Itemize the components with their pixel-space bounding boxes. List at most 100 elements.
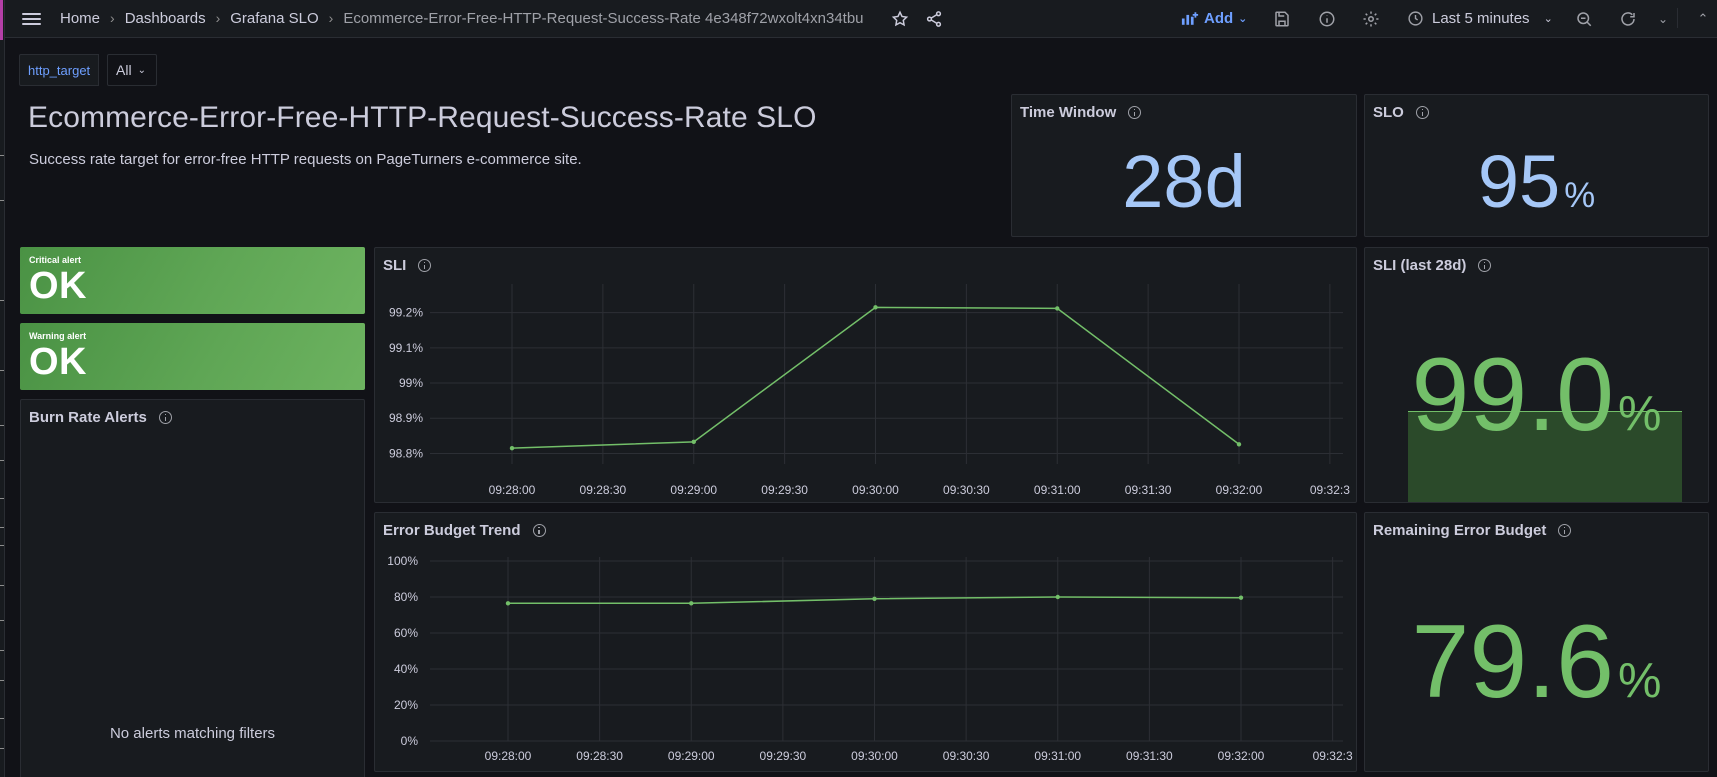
menu-icon[interactable]: [21, 9, 43, 29]
stat-unit: %: [1617, 387, 1662, 441]
x-tick-label: 09:31:00: [1034, 483, 1081, 497]
edge-tick: [0, 370, 4, 371]
chevron-down-icon: ⌄: [1543, 12, 1553, 25]
breadcrumb-dashboards[interactable]: Dashboards: [125, 10, 206, 27]
panel-title: Remaining Error Budget: [1373, 521, 1547, 539]
add-button[interactable]: Add ⌄: [1181, 7, 1247, 29]
panel-header: SLI (last 28d): [1373, 255, 1492, 275]
panel-title: SLI (last 28d): [1373, 256, 1467, 274]
chevron-right-icon: ›: [328, 10, 334, 26]
edge-tick: [0, 650, 4, 651]
y-tick-label: 100%: [387, 554, 418, 568]
edge-tick: [0, 498, 4, 499]
edge-tick: [0, 620, 4, 621]
sli-28d-value: 99.0%: [1365, 336, 1708, 455]
panel-title: SLO: [1373, 103, 1404, 121]
star-icon[interactable]: [889, 8, 911, 30]
x-tick-label: 09:28:00: [489, 483, 536, 497]
x-tick-label: 09:31:00: [1034, 749, 1081, 763]
variable-value: All: [116, 62, 132, 78]
time-range-label: Last 5 minutes: [1432, 9, 1530, 27]
chevron-right-icon: ›: [110, 10, 115, 26]
collapse-chevron-up-icon[interactable]: ⌃: [1692, 8, 1714, 30]
warning-alert-tile: Warning alert OK: [20, 323, 365, 390]
edge-tick: [0, 425, 4, 426]
chevron-down-icon: ⌄: [137, 64, 146, 76]
save-icon[interactable]: [1271, 8, 1293, 30]
refresh-interval-chevron-icon[interactable]: ⌄: [1652, 8, 1674, 30]
x-tick-label: 09:32:3: [1310, 483, 1350, 497]
info-icon[interactable]: [158, 410, 172, 424]
y-tick-label: 98.9%: [389, 411, 423, 425]
remaining-error-budget-panel: Remaining Error Budget 79.6%: [1364, 512, 1709, 772]
panel-header: SLO: [1373, 102, 1429, 122]
info-icon[interactable]: [1415, 105, 1429, 119]
share-icon[interactable]: [923, 8, 945, 30]
y-tick-label: 80%: [394, 590, 418, 604]
edge-tick: [0, 545, 4, 546]
settings-gear-icon[interactable]: [1360, 8, 1382, 30]
y-tick-label: 20%: [394, 698, 418, 712]
x-tick-label: 09:31:30: [1126, 749, 1173, 763]
x-tick-label: 09:30:00: [851, 749, 898, 763]
info-icon[interactable]: [1558, 523, 1572, 537]
slo-description: Success rate target for error-free HTTP …: [29, 151, 582, 168]
critical-alert-tile: Critical alert OK: [20, 247, 365, 314]
chevron-down-icon: ⌄: [1238, 12, 1248, 25]
data-point: [509, 445, 515, 451]
info-icon[interactable]: [1128, 105, 1142, 119]
burn-rate-alerts-panel: Burn Rate Alerts No alerts matching filt…: [20, 399, 365, 777]
x-tick-label: 09:32:3: [1313, 749, 1353, 763]
panel-header: Burn Rate Alerts: [29, 407, 172, 427]
x-tick-label: 09:29:00: [670, 483, 717, 497]
data-point: [689, 601, 694, 606]
zoom-out-icon[interactable]: [1573, 8, 1595, 30]
data-point: [1055, 306, 1060, 311]
breadcrumb-home[interactable]: Home: [60, 10, 100, 27]
sli-panel: SLI 99.2% 99.1% 99% 98.9% 98.8% 09:28:00 09:28…: [374, 247, 1357, 503]
clock-icon: [1408, 10, 1423, 26]
data-point: [1055, 594, 1060, 600]
x-tick-label: 09:30:00: [852, 483, 899, 497]
sli-chart[interactable]: 99.2% 99.1% 99% 98.9% 98.8% 09:28:00 09:28:30 0…: [375, 248, 1356, 502]
x-tick-label: 09:30:30: [943, 749, 990, 763]
variable-label: http_target: [19, 54, 100, 86]
slo-value: 95%: [1365, 139, 1708, 224]
edge-tick: [0, 680, 4, 681]
stat-value: 79.6: [1411, 604, 1614, 720]
error-budget-trend-chart[interactable]: 100% 80% 60% 40% 20% 0% 09:28:00 09:28:30 09:29:…: [375, 513, 1356, 771]
data-point: [505, 601, 511, 606]
info-icon[interactable]: [1478, 258, 1492, 272]
edge-tick: [0, 460, 4, 461]
x-tick-label: 09:29:30: [760, 749, 807, 763]
no-alerts-message: No alerts matching filters: [109, 725, 276, 742]
breadcrumb-grafana-slo[interactable]: Grafana SLO: [230, 10, 318, 27]
dashboard-info-icon[interactable]: [1316, 8, 1338, 30]
variable-select[interactable]: All ⌄: [107, 54, 157, 86]
edge-tick: [0, 718, 4, 719]
slo-panel: SLO 95%: [1364, 94, 1709, 237]
x-tick-label: 09:29:00: [668, 749, 715, 763]
refresh-icon[interactable]: [1617, 8, 1639, 30]
x-tick-label: 09:28:30: [576, 749, 623, 763]
x-tick-label: 09:28:00: [485, 749, 532, 763]
x-tick-label: 09:31:30: [1125, 483, 1172, 497]
time-range-picker[interactable]: Last 5 minutes ⌄: [1407, 7, 1553, 29]
data-point: [1238, 595, 1244, 600]
data-point: [873, 305, 878, 310]
panel-header: Time Window: [1020, 102, 1142, 122]
nav-divider: [1677, 8, 1678, 28]
x-tick-label: 09:32:00: [1218, 749, 1265, 763]
y-tick-label: 99.1%: [389, 341, 423, 355]
y-tick-label: 99%: [399, 376, 423, 390]
slo-title: Ecommerce-Error-Free-HTTP-Request-Succes…: [28, 101, 817, 134]
add-panel-icon: [1181, 11, 1199, 25]
panel-header: Remaining Error Budget: [1373, 520, 1572, 540]
panel-title: Time Window: [1020, 103, 1117, 121]
add-button-label: Add: [1204, 9, 1234, 27]
breadcrumb-current-dashboard: Ecommerce-Error-Free-HTTP-Request-Succes…: [343, 9, 864, 27]
chevron-right-icon: ›: [215, 10, 221, 26]
x-tick-label: 09:30:30: [943, 483, 990, 497]
edge-tick: [0, 748, 4, 749]
y-tick-label: 0%: [401, 734, 419, 748]
